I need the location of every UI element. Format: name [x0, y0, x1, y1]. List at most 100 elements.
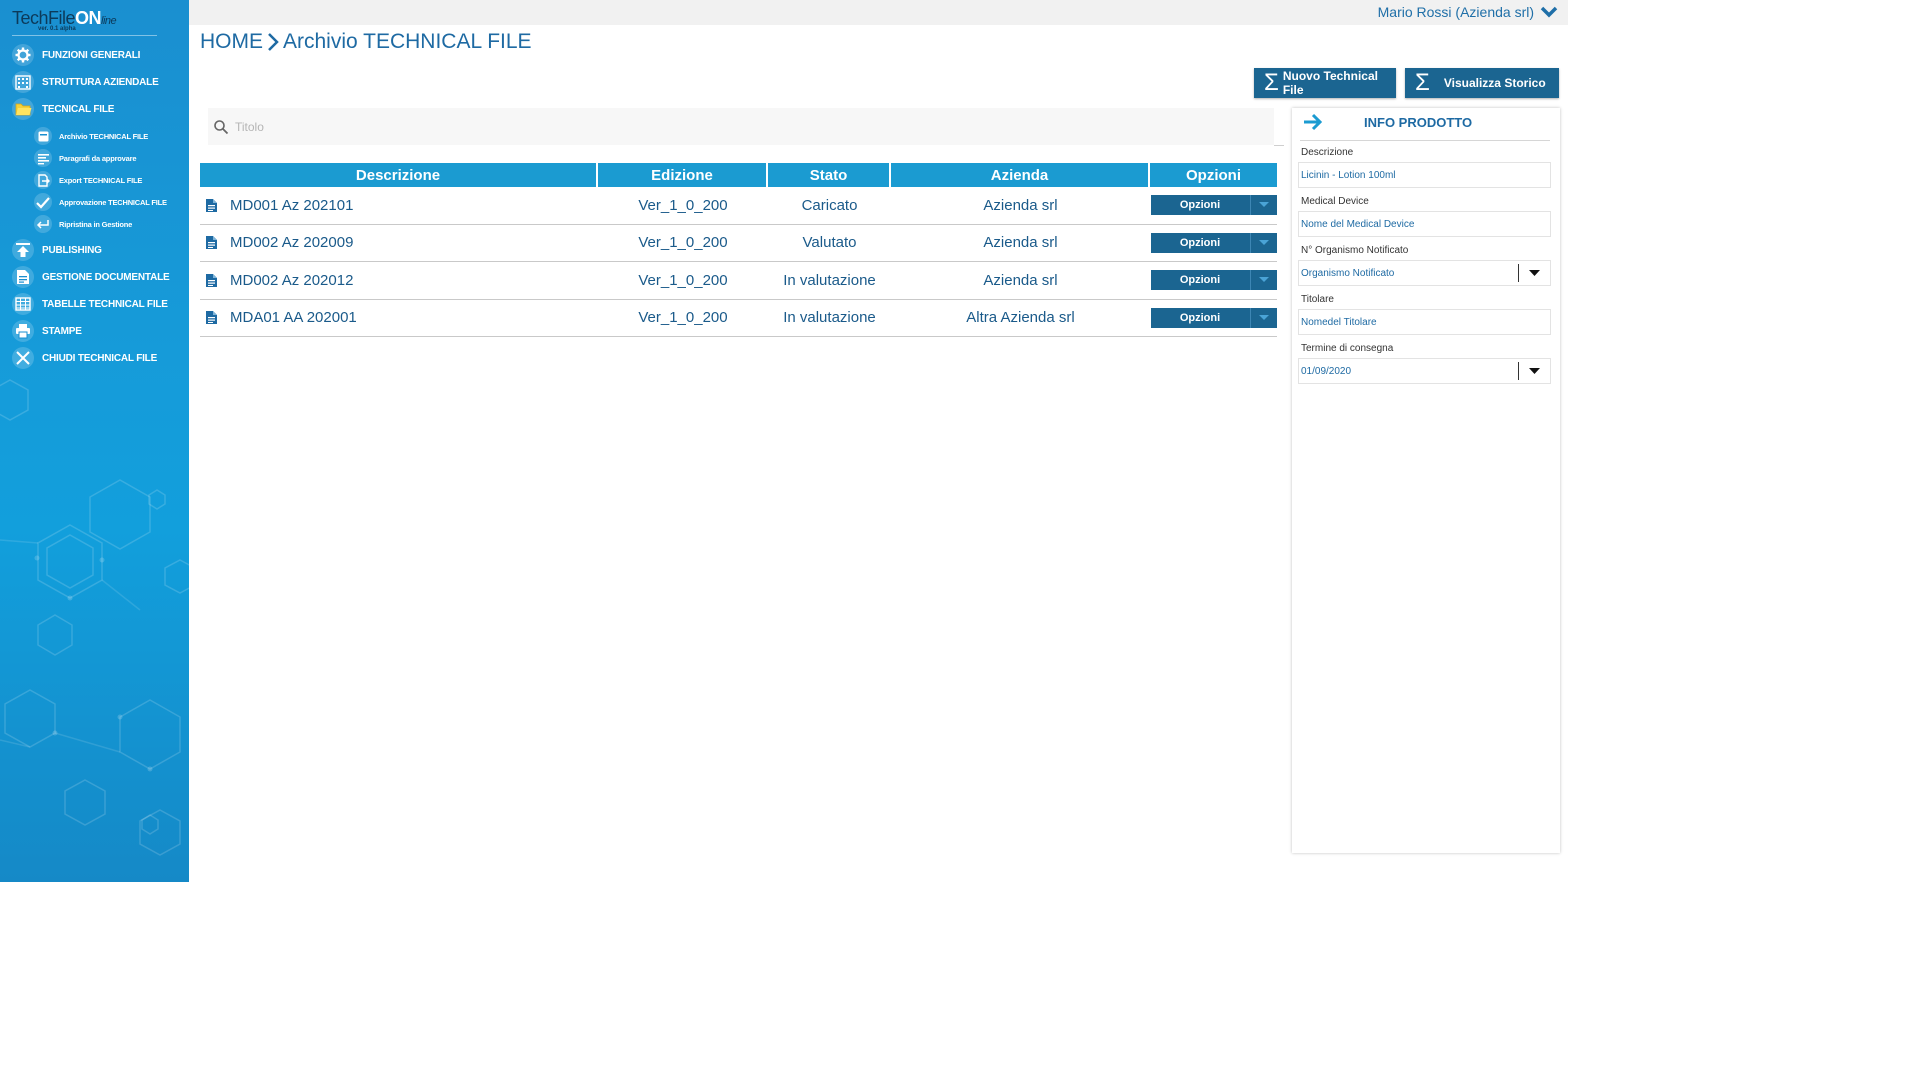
- column-header-edizione[interactable]: Edizione: [598, 163, 768, 187]
- return-icon: [34, 215, 52, 233]
- cell-stato: In valutazione: [783, 309, 876, 327]
- button-label: Nuovo Technical File: [1282, 69, 1378, 97]
- caret-down-icon[interactable]: [1249, 232, 1277, 253]
- sidebar-item-tabelle[interactable]: TABELLE TECHNICAL FILE: [12, 292, 187, 316]
- row-description: MD001 Az 202101: [230, 196, 354, 214]
- export-icon: [34, 171, 52, 189]
- options-label: Opzioni: [1179, 311, 1221, 324]
- search-input[interactable]: [233, 118, 1137, 135]
- caret-down-icon[interactable]: [1518, 362, 1550, 380]
- column-header-descrizione[interactable]: Descrizione: [200, 163, 598, 187]
- table-row[interactable]: MD002 Az 202009 Ver_1_0_200 Valutato Azi…: [200, 225, 1277, 262]
- user-menu[interactable]: Mario Rossi (Azienda srl): [1378, 4, 1558, 20]
- cell-descrizione: MDA01 AA 202001: [200, 309, 598, 326]
- upload-icon: [12, 239, 34, 261]
- top-bar: Mario Rossi (Azienda srl): [189, 0, 1568, 25]
- history-button[interactable]: Σ Visualizza Storico: [1405, 68, 1559, 98]
- row-description: MD002 Az 202012: [230, 271, 354, 289]
- field-label-termine: Termine di consegna: [1301, 343, 1394, 354]
- cell-azienda: Azienda srl: [983, 196, 1058, 214]
- arrow-right-icon[interactable]: [1302, 112, 1324, 132]
- logo-divider: [12, 35, 157, 36]
- cell-descrizione: MD002 Az 202012: [200, 272, 598, 289]
- sidebar-subitem-paragrafi[interactable]: Paragrafi da approvare: [34, 148, 184, 168]
- cell-edizione: Ver_1_0_200: [638, 234, 728, 252]
- sidebar-item-gestione-documentale[interactable]: GESTIONE DOCUMENTALE: [12, 265, 187, 289]
- search-bar: [208, 108, 1274, 145]
- sidebar-subitem-label: Paragrafi da approvare: [59, 153, 137, 163]
- column-header-azienda[interactable]: Azienda: [891, 163, 1150, 187]
- sidebar-subitem-export[interactable]: Export TECHNICAL FILE: [34, 170, 184, 190]
- file-icon: [206, 236, 217, 250]
- sidebar-subitem-archivio[interactable]: Archivio TECHNICAL FILE: [34, 126, 184, 146]
- cell-opzioni: Opzioni: [1150, 232, 1277, 253]
- field-label-medical-device: Medical Device: [1301, 196, 1369, 207]
- app-version: ver. 0.1 alpha: [38, 26, 76, 32]
- sidebar-item-funzioni-generali[interactable]: FUNZIONI GENERALI: [12, 43, 187, 67]
- sigma-icon: Σ: [1264, 69, 1279, 96]
- cell-stato: Caricato: [801, 196, 858, 214]
- titolare-field[interactable]: Nomedel Titolare: [1298, 309, 1551, 335]
- descrizione-field[interactable]: Licinin - Lotion 100ml: [1298, 162, 1551, 188]
- search-icon: [214, 119, 229, 134]
- sidebar-subitem-label: Ripristina in Gestione: [59, 219, 133, 229]
- options-label: Opzioni: [1179, 236, 1221, 249]
- options-dropdown-button[interactable]: Opzioni: [1150, 232, 1277, 253]
- page-title: Archivio TECHNICAL FILE: [283, 30, 532, 53]
- app-logo: TechFileONline ver. 0.1 alpha: [12, 6, 182, 32]
- options-dropdown-button[interactable]: Opzioni: [1150, 195, 1277, 216]
- file-icon: [206, 273, 217, 287]
- gear-icon: [12, 44, 34, 66]
- table-icon: [12, 293, 34, 315]
- user-name: Mario Rossi (Azienda srl): [1377, 4, 1534, 20]
- sigma-icon: Σ: [1415, 69, 1430, 96]
- sidebar-item-publishing[interactable]: PUBLISHING: [12, 238, 187, 262]
- breadcrumb: HOME Archivio TECHNICAL FILE: [200, 30, 532, 54]
- sidebar-item-label: STRUTTURA AZIENDALE: [42, 76, 159, 88]
- cell-stato: Valutato: [802, 234, 857, 252]
- options-dropdown-button[interactable]: Opzioni: [1150, 307, 1277, 328]
- cell-edizione: Ver_1_0_200: [638, 196, 728, 214]
- sidebar-subitem-ripristina[interactable]: Ripristina in Gestione: [34, 214, 184, 234]
- row-description: MD002 Az 202009: [230, 234, 354, 252]
- breadcrumb-home[interactable]: HOME: [200, 30, 263, 54]
- table-row[interactable]: MD002 Az 202012 Ver_1_0_200 In valutazio…: [200, 262, 1277, 300]
- cell-opzioni: Opzioni: [1150, 270, 1277, 291]
- sidebar-subitem-label: Approvazione TECHNICAL FILE: [59, 197, 167, 207]
- sidebar-item-label: TABELLE TECHNICAL FILE: [42, 298, 168, 310]
- sidebar-item-label: CHIUDI TECHNICAL FILE: [42, 352, 158, 364]
- caret-down-icon[interactable]: [1249, 195, 1277, 216]
- check-icon: [34, 193, 52, 211]
- cell-descrizione: MD001 Az 202101: [200, 197, 598, 214]
- field-value: 01/09/2020: [1301, 365, 1352, 377]
- options-label: Opzioni: [1179, 274, 1221, 287]
- organismo-notificato-select[interactable]: Organismo Notificato: [1298, 260, 1551, 286]
- column-header-opzioni: Opzioni: [1150, 163, 1277, 187]
- close-icon: [12, 347, 34, 369]
- cell-azienda: Azienda srl: [983, 271, 1058, 289]
- file-icon: [206, 198, 217, 212]
- sidebar-item-struttura-aziendale[interactable]: STRUTTURA AZIENDALE: [12, 70, 187, 94]
- row-description: MDA01 AA 202001: [230, 309, 357, 327]
- document-icon: [12, 266, 34, 288]
- sidebar-item-chiudi[interactable]: CHIUDI TECHNICAL FILE: [12, 346, 187, 370]
- termine-consegna-select[interactable]: 01/09/2020: [1298, 358, 1551, 384]
- caret-down-icon[interactable]: [1249, 270, 1277, 291]
- cell-azienda: Azienda srl: [983, 234, 1058, 252]
- folder-icon: [12, 98, 34, 120]
- sidebar-item-label: PUBLISHING: [42, 244, 102, 256]
- sidebar-subitem-approvazione[interactable]: Approvazione TECHNICAL FILE: [34, 192, 184, 212]
- medical-device-field[interactable]: Nome del Medical Device: [1298, 211, 1551, 237]
- table-row[interactable]: MDA01 AA 202001 Ver_1_0_200 In valutazio…: [200, 300, 1277, 337]
- sidebar-item-tecnical-file[interactable]: TECNICAL FILE: [12, 97, 187, 121]
- new-technical-file-button[interactable]: Σ Nuovo Technical File: [1254, 68, 1396, 98]
- caret-down-icon[interactable]: [1249, 307, 1277, 328]
- options-dropdown-button[interactable]: Opzioni: [1150, 270, 1277, 291]
- sidebar-item-stampe[interactable]: STAMPE: [12, 319, 187, 343]
- caret-down-icon[interactable]: [1518, 264, 1550, 282]
- column-header-stato[interactable]: Stato: [768, 163, 891, 187]
- panel-title: INFO PRODOTTO: [1364, 115, 1473, 130]
- button-label: Visualizza Storico: [1443, 76, 1546, 90]
- table-row[interactable]: MD001 Az 202101 Ver_1_0_200 Caricato Azi…: [200, 187, 1277, 225]
- panel-header: INFO PRODOTTO: [1300, 108, 1550, 141]
